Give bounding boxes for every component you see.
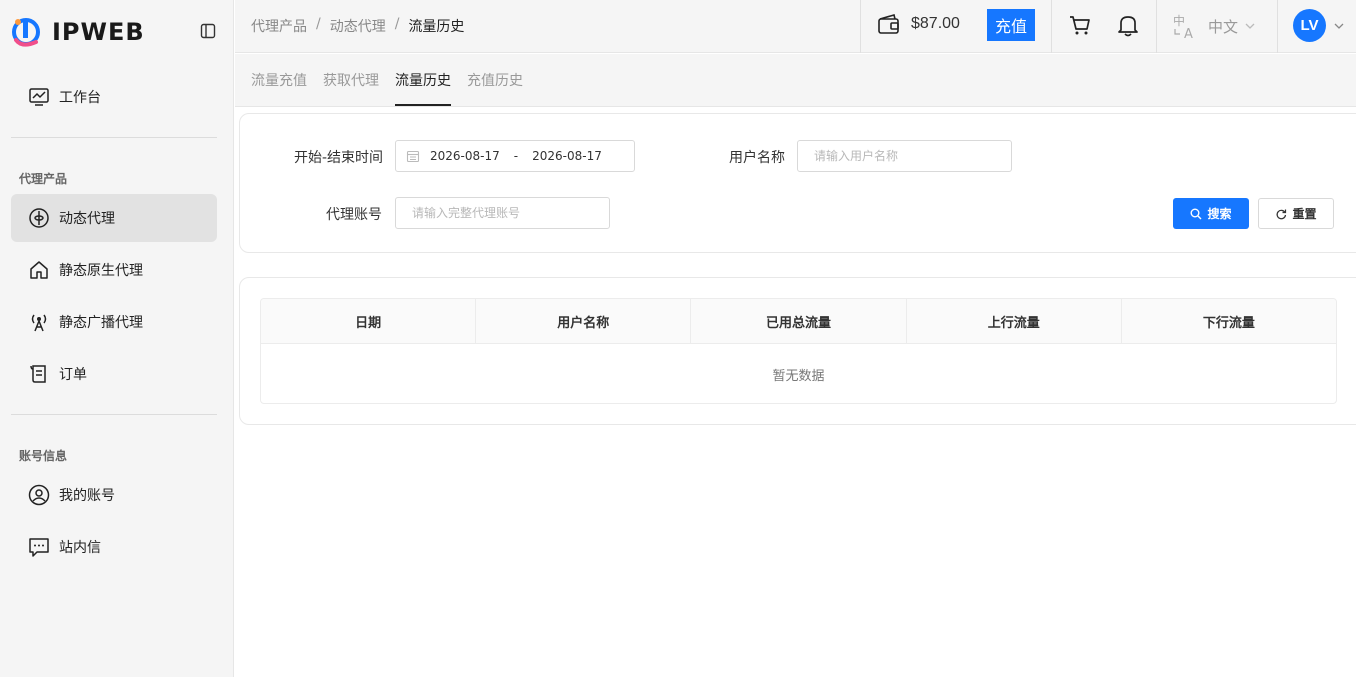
- sidebar-item-my-account[interactable]: 我的账号: [11, 471, 217, 519]
- sidebar-item-dynamic-proxy[interactable]: 动态代理: [11, 194, 217, 242]
- header-divider: [1051, 0, 1052, 53]
- svg-text:中: 中: [1173, 13, 1185, 28]
- cart-icon[interactable]: [1067, 12, 1093, 38]
- tab-get-proxy[interactable]: 获取代理: [323, 70, 379, 90]
- sidebar-item-static-broadcast-proxy[interactable]: 静态广播代理: [11, 298, 217, 346]
- monitor-chart-icon: [27, 85, 51, 109]
- search-icon: [1190, 208, 1202, 219]
- wallet-icon: [878, 14, 899, 34]
- empty-state: 暂无数据: [772, 368, 825, 384]
- language-switcher[interactable]: 中A 中文: [1172, 12, 1255, 40]
- scroll-document-icon: [27, 362, 51, 386]
- date-start-value[interactable]: 2026-08-17: [430, 149, 500, 163]
- sidebar-item-label: 静态原生代理: [59, 263, 143, 279]
- sidebar-divider: [11, 414, 217, 415]
- sidebar-item-static-native-proxy[interactable]: 静态原生代理: [11, 246, 217, 294]
- header-divider: [860, 0, 861, 53]
- column-header-date: 日期: [261, 299, 477, 343]
- recharge-button[interactable]: 充值: [987, 9, 1035, 41]
- chevron-down-icon[interactable]: [1333, 20, 1345, 32]
- username-input[interactable]: [798, 149, 1011, 163]
- sidebar-item-label: 订单: [59, 367, 87, 383]
- sidebar-item-orders[interactable]: 订单: [11, 350, 217, 398]
- date-separator: -: [513, 149, 519, 163]
- column-header-download-traffic: 下行流量: [1202, 315, 1255, 331]
- column-header-total-traffic: 已用总流量: [691, 299, 907, 343]
- search-button[interactable]: 搜索: [1173, 198, 1249, 229]
- date-end-value[interactable]: 2026-08-17: [532, 149, 602, 163]
- sidebar-item-label: 工作台: [59, 90, 101, 106]
- sidebar-collapse-icon[interactable]: [200, 23, 218, 39]
- column-header-username: 用户名称: [476, 299, 692, 343]
- breadcrumb: 代理产品 / 动态代理 / 流量历史: [251, 16, 464, 36]
- sidebar-item-label: 我的账号: [59, 488, 115, 504]
- sidebar-item-label: 动态代理: [59, 211, 115, 227]
- refresh-icon: [1277, 209, 1287, 219]
- chevron-down-icon: [1245, 23, 1255, 29]
- antenna-icon: [27, 310, 51, 334]
- column-header-upload-traffic: 上行流量: [907, 299, 1122, 343]
- header-divider: [1156, 0, 1157, 53]
- top-header: 代理产品 / 动态代理 / 流量历史 $87.00 充值 中A 中文 LV: [235, 0, 1356, 53]
- username-field[interactable]: [797, 140, 1012, 172]
- breadcrumb-separator: /: [394, 16, 400, 32]
- user-circle-icon: [27, 483, 51, 507]
- traffic-history-table: 日期 用户名称 已用总流量 上行流量 下行流量 暂无数据: [260, 298, 1337, 404]
- breadcrumb-current: 流量历史: [408, 19, 465, 35]
- tab-bar: 流量充值 获取代理 流量历史 充值历史: [235, 54, 1356, 107]
- search-button-label: 搜索: [1207, 207, 1232, 221]
- username-label: 用户名称: [729, 150, 785, 166]
- results-panel: 日期 用户名称 已用总流量 上行流量 下行流量 暂无数据: [239, 277, 1356, 425]
- sidebar-item-label: 静态广播代理: [59, 315, 143, 331]
- tab-traffic-history[interactable]: 流量历史: [395, 70, 451, 90]
- avatar[interactable]: LV: [1293, 9, 1326, 42]
- globe-orbit-icon: [27, 206, 51, 230]
- proxy-account-input[interactable]: [396, 206, 609, 220]
- sidebar-item-workspace[interactable]: 工作台: [11, 73, 217, 121]
- translate-icon: 中A: [1173, 13, 1193, 40]
- proxy-account-field[interactable]: [395, 197, 610, 229]
- breadcrumb-item[interactable]: 动态代理: [330, 16, 386, 36]
- tab-traffic-recharge[interactable]: 流量充值: [251, 70, 307, 90]
- language-label: 中文: [1208, 17, 1239, 36]
- sidebar-item-messages[interactable]: 站内信: [11, 523, 217, 571]
- active-tab-indicator: [395, 104, 451, 106]
- calendar-icon: [406, 150, 420, 163]
- logo-mark-icon: [12, 18, 40, 47]
- header-divider: [1277, 0, 1278, 53]
- sidebar-item-label: 站内信: [59, 540, 101, 556]
- wallet-balance: $87.00: [877, 12, 960, 36]
- filter-panel: 开始-结束时间 2026-08-17 - 2026-08-17 用户名称 代理账…: [239, 113, 1356, 253]
- house-icon: [27, 258, 51, 282]
- bell-icon[interactable]: [1115, 12, 1141, 38]
- svg-text:A: A: [1184, 27, 1193, 40]
- reset-button-label: 重置: [1292, 207, 1317, 221]
- sidebar-divider: [11, 137, 217, 138]
- tab-recharge-history[interactable]: 充值历史: [467, 70, 523, 90]
- date-range-picker[interactable]: 2026-08-17 - 2026-08-17: [395, 140, 635, 172]
- proxy-account-label: 代理账号: [326, 207, 382, 223]
- table-header: 日期 用户名称 已用总流量 上行流量 下行流量: [261, 299, 1336, 344]
- sidebar-section-account: 账号信息: [19, 449, 68, 463]
- brand-logo[interactable]: IPWEB: [10, 12, 145, 52]
- sidebar: IPWEB 工作台 代理产品 动态代理 静态原生代理 静态广播代理 订单 账号信…: [0, 0, 234, 677]
- balance-amount: $87.00: [911, 15, 960, 32]
- date-range-label: 开始-结束时间: [294, 150, 384, 166]
- message-dots-icon: [27, 535, 51, 559]
- reset-button[interactable]: 重置: [1258, 198, 1334, 229]
- breadcrumb-separator: /: [316, 16, 321, 32]
- brand-name: IPWEB: [52, 18, 145, 46]
- breadcrumb-item[interactable]: 代理产品: [251, 16, 307, 36]
- sidebar-section-proxy: 代理产品: [19, 172, 68, 186]
